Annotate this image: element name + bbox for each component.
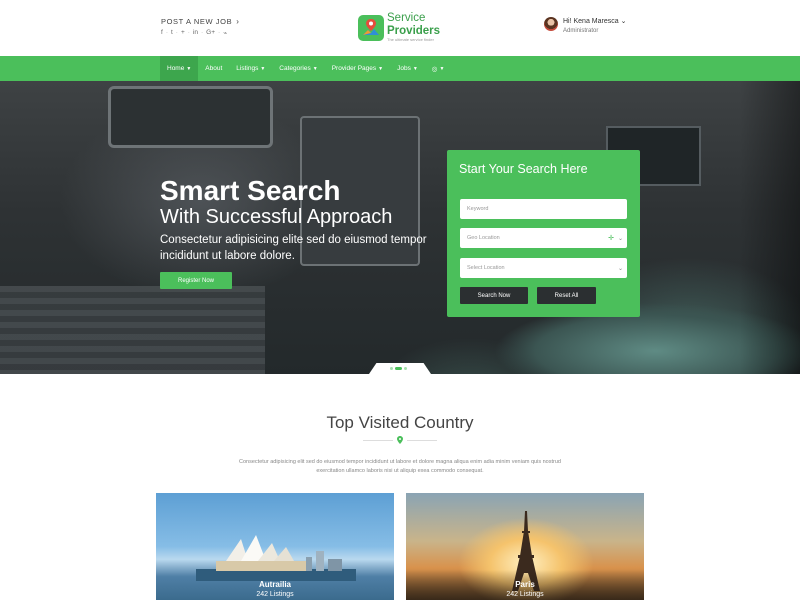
hero-banner: Smart Search With Successful Approach Co… xyxy=(0,81,800,374)
country-card-paris[interactable]: Paris 242 Listings xyxy=(406,493,644,600)
register-button[interactable]: Register Now xyxy=(160,272,232,289)
nav-item-label: Home xyxy=(167,65,185,72)
social-links: f · t · + · in · G+ · ⌁ xyxy=(161,29,228,37)
nav-item-label: Jobs xyxy=(397,65,411,72)
reset-all-button[interactable]: Reset All xyxy=(537,287,596,304)
nav-item-categories[interactable]: Categories ▼ xyxy=(272,56,324,81)
nav-item-home[interactable]: Home ▼ xyxy=(160,56,199,81)
chevron-down-icon: ▼ xyxy=(186,65,192,72)
hero-subheading: With Successful Approach xyxy=(160,206,393,228)
country-card-australia[interactable]: Autrailia 242 Listings xyxy=(156,493,394,600)
hero-bg-monitor xyxy=(108,86,273,148)
location-select[interactable]: Select Location ⌄ xyxy=(460,258,627,278)
map-pin-icon xyxy=(397,436,403,444)
nav-item-provider-pages[interactable]: Provider Pages ▼ xyxy=(325,56,390,81)
nav-item-label: Provider Pages xyxy=(331,65,377,72)
country-card-name: Autrailia xyxy=(258,580,291,589)
section-title: Top Visited Country xyxy=(326,413,474,432)
opera-house-image xyxy=(196,535,356,581)
hero-bg-equipment xyxy=(0,286,265,374)
chevron-down-icon: ▼ xyxy=(439,65,445,72)
hero-heading: Smart Search xyxy=(160,175,341,206)
chevron-down-icon: ▼ xyxy=(378,65,384,72)
user-menu[interactable]: Hi! Kena Maresca ⌄ Administrator xyxy=(544,17,626,34)
nav-item-more[interactable]: ◎ ▼ xyxy=(425,56,452,81)
linkedin-icon[interactable]: in xyxy=(193,29,198,37)
keyword-placeholder: Keyword xyxy=(467,206,489,212)
nav-item-label: Listings xyxy=(236,65,259,72)
globe-icon: ◎ xyxy=(431,65,438,73)
top-header: POST A NEW JOB › f · t · + · in · G+ · ⌁ Servi… xyxy=(0,0,800,56)
site-logo[interactable]: Service Providers The ultimate service f… xyxy=(358,12,441,42)
country-card-name: Paris xyxy=(515,580,535,589)
keyword-input[interactable]: Keyword xyxy=(460,199,627,219)
search-now-button[interactable]: Search Now xyxy=(460,287,528,304)
post-job-label: POST A NEW JOB xyxy=(161,17,233,26)
geo-location-placeholder: Geo Location xyxy=(467,235,500,241)
slider-dot[interactable] xyxy=(390,367,393,370)
hero-text: Smart Search With Successful Approach Co… xyxy=(160,176,430,264)
nav-item-about[interactable]: About xyxy=(198,56,229,81)
post-job-link[interactable]: POST A NEW JOB › xyxy=(161,17,239,26)
logo-tagline: The ultimate service finder xyxy=(387,37,434,42)
hero-description: Consectetur adipisicing elite sed do eiu… xyxy=(160,234,427,262)
slider-dots xyxy=(390,367,407,370)
nav-item-label: About xyxy=(205,65,223,72)
logo-text-line2: Providers xyxy=(387,24,441,37)
avatar[interactable] xyxy=(544,17,558,31)
geo-location-input[interactable]: Geo Location ✛ ⌄ xyxy=(460,228,627,248)
chevron-down-icon: ⌄ xyxy=(617,235,623,242)
main-nav: Home ▼ About Listings ▼ Categories ▼ Provid… xyxy=(0,56,800,81)
chevron-down-icon: ⌄ xyxy=(617,265,623,272)
google-plus-icon[interactable]: G+ xyxy=(206,29,215,37)
user-greeting: Hi! Kena Maresca xyxy=(563,18,619,25)
hero-bg-shade xyxy=(740,81,800,374)
chevron-down-icon: ▼ xyxy=(312,65,318,72)
country-card-listings: 242 Listings xyxy=(506,591,544,598)
rss-icon[interactable]: ⌁ xyxy=(223,29,227,37)
nav-item-listings[interactable]: Listings ▼ xyxy=(229,56,272,81)
search-panel-title: Start Your Search Here xyxy=(459,162,588,176)
title-divider xyxy=(363,436,437,444)
slider-dot-active[interactable] xyxy=(395,367,402,370)
chevron-down-icon: ⌄ xyxy=(620,18,627,25)
twitter-icon[interactable]: t xyxy=(171,29,173,37)
location-select-value: Select Location xyxy=(467,265,505,271)
logo-icon xyxy=(358,14,384,41)
facebook-icon[interactable]: f xyxy=(161,29,163,37)
chevron-down-icon: ▼ xyxy=(412,65,418,72)
user-role: Administrator xyxy=(563,28,599,34)
google-plus-icon[interactable]: + xyxy=(181,29,185,37)
logo-text-line1: Service xyxy=(387,12,426,24)
nav-item-jobs[interactable]: Jobs ▼ xyxy=(390,56,425,81)
section-description: Consectetur adipisicing elit sed do eius… xyxy=(239,459,561,474)
nav-item-label: Categories xyxy=(279,65,311,72)
crosshair-icon[interactable]: ✛ xyxy=(608,234,614,242)
country-card-listings: 242 Listings xyxy=(256,591,294,598)
slider-dot[interactable] xyxy=(404,367,407,370)
search-panel: Start Your Search Here Keyword Geo Locat… xyxy=(447,150,640,317)
chevron-right-icon: › xyxy=(236,17,240,26)
chevron-down-icon: ▼ xyxy=(260,65,266,72)
